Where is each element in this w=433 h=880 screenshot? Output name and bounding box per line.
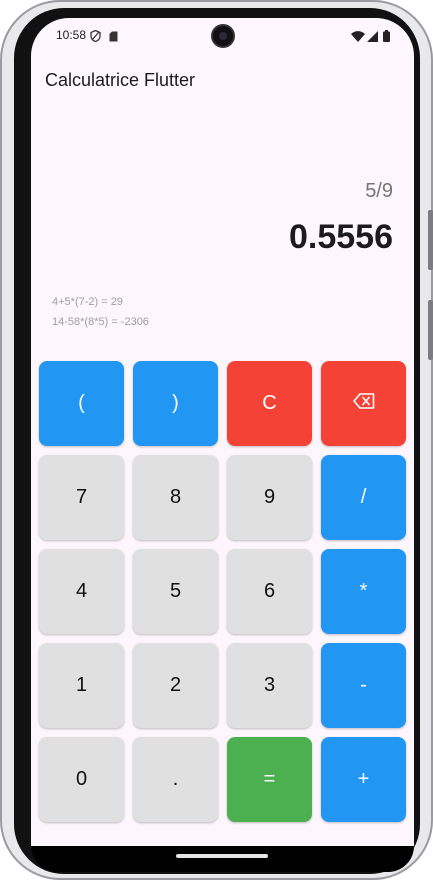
navigation-bar bbox=[31, 846, 414, 872]
power-button bbox=[428, 210, 433, 270]
wifi-icon bbox=[351, 29, 365, 47]
status-time: 10:58 bbox=[56, 28, 87, 42]
digit-9-button[interactable]: 9 bbox=[227, 455, 312, 540]
multiply-button[interactable]: * bbox=[321, 549, 406, 634]
backspace-icon bbox=[352, 392, 375, 415]
front-camera bbox=[211, 24, 235, 48]
battery-icon bbox=[383, 29, 390, 47]
digit-5-button[interactable]: 5 bbox=[133, 549, 218, 634]
keypad: ( ) C 7 8 9 / 4 5 6 * 1 2 3 - 0 . = + bbox=[39, 361, 406, 822]
home-gesture-handle[interactable] bbox=[176, 854, 268, 858]
clear-button[interactable]: C bbox=[227, 361, 312, 446]
open-paren-button[interactable]: ( bbox=[39, 361, 124, 446]
digit-8-button[interactable]: 8 bbox=[133, 455, 218, 540]
divide-button[interactable]: / bbox=[321, 455, 406, 540]
screen: 10:58 Calculatrice Flutter 5/9 0.5556 4+… bbox=[31, 18, 414, 848]
shield-icon bbox=[90, 29, 101, 47]
digit-3-button[interactable]: 3 bbox=[227, 643, 312, 728]
digit-2-button[interactable]: 2 bbox=[133, 643, 218, 728]
plus-button[interactable]: + bbox=[321, 737, 406, 822]
volume-button bbox=[428, 300, 433, 360]
app-title: Calculatrice Flutter bbox=[45, 70, 196, 90]
phone-frame: 10:58 Calculatrice Flutter 5/9 0.5556 4+… bbox=[0, 0, 433, 880]
decimal-button[interactable]: . bbox=[133, 737, 218, 822]
close-paren-button[interactable]: ) bbox=[133, 361, 218, 446]
signal-icon bbox=[367, 29, 378, 47]
result-display: 0.5556 bbox=[289, 218, 393, 256]
digit-1-button[interactable]: 1 bbox=[39, 643, 124, 728]
minus-button[interactable]: - bbox=[321, 643, 406, 728]
history-item: 14-58*(8*5) = -2306 bbox=[52, 316, 149, 328]
history-list: 4+5*(7-2) = 29 14-58*(8*5) = -2306 bbox=[52, 292, 149, 332]
sim-card-icon bbox=[109, 29, 118, 47]
history-item: 4+5*(7-2) = 29 bbox=[52, 296, 123, 308]
equals-button[interactable]: = bbox=[227, 737, 312, 822]
digit-6-button[interactable]: 6 bbox=[227, 549, 312, 634]
backspace-button[interactable] bbox=[321, 361, 406, 446]
status-bar: 10:58 bbox=[31, 18, 414, 54]
digit-7-button[interactable]: 7 bbox=[39, 455, 124, 540]
digit-4-button[interactable]: 4 bbox=[39, 549, 124, 634]
expression-display: 5/9 bbox=[365, 180, 393, 202]
digit-0-button[interactable]: 0 bbox=[39, 737, 124, 822]
